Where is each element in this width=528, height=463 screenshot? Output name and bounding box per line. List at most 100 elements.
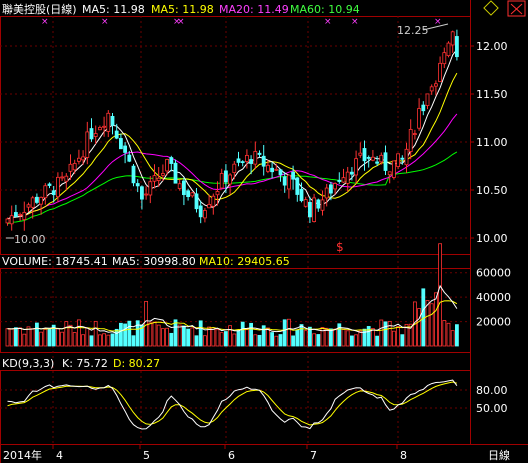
kd-d-value: D: 80.27: [113, 357, 160, 370]
candle-body: [177, 183, 182, 189]
period-label[interactable]: 日線: [488, 448, 510, 462]
candle-body: [77, 157, 81, 162]
volume-bar: [72, 332, 77, 347]
candle-body: [211, 195, 216, 207]
candle-body: [450, 31, 455, 46]
volume-bar: [244, 329, 249, 347]
time-axis: 2014年 4 5 6 7 8: [3, 444, 407, 462]
candle-body: [160, 173, 165, 176]
volume-bar: [13, 327, 18, 347]
panel-frames: [0, 0, 528, 463]
kd-k-line: [7, 379, 458, 430]
candle-body: [181, 180, 186, 196]
time-tick: 4: [56, 449, 63, 462]
candle-body: [139, 186, 144, 200]
candle-body: [417, 108, 422, 129]
candle-body: [236, 158, 241, 163]
kd-d-line: [7, 381, 458, 426]
event-markers: × × ×× × × ×: [41, 17, 442, 27]
candle-body: [219, 173, 224, 189]
stock-chart[interactable]: × × ×× × × × 聯美控股(日線) MA5: 11.98 MA5: 11.98 M…: [0, 0, 528, 463]
volume-bar: [110, 333, 115, 347]
stock-name: 聯美控股(日線): [2, 2, 77, 16]
volume-bar: [81, 334, 85, 347]
candle-body: [286, 174, 291, 190]
volume-bar: [425, 300, 430, 347]
candle-body: [320, 199, 325, 211]
volume-bar: [144, 300, 149, 347]
volume-bar: [379, 319, 384, 347]
candle-body: [429, 86, 434, 92]
volume-bar: [383, 321, 388, 347]
candle-body: [228, 174, 233, 185]
candle-body: [190, 192, 195, 197]
volume-bar: [223, 331, 228, 347]
volume-bar: [450, 330, 455, 347]
candle-body: [240, 161, 245, 164]
kd-lines: [7, 379, 458, 430]
volume-bar: [282, 319, 287, 347]
event-marker[interactable]: $: [336, 240, 344, 254]
volume-bar: [270, 332, 275, 347]
candle-body: [337, 179, 342, 182]
volume-bar: [85, 327, 90, 347]
candle-body: [232, 163, 237, 173]
kd-tick: 50.00: [476, 402, 508, 415]
price-tick: 11.00: [476, 136, 508, 149]
candle-body: [274, 168, 279, 171]
candle-body: [362, 148, 367, 162]
volume-bar: [68, 324, 73, 347]
candle-body: [324, 187, 329, 199]
candle-body: [169, 157, 174, 164]
candle-body: [383, 152, 388, 171]
candle-body: [328, 184, 333, 194]
candle-body: [127, 154, 132, 162]
price-tick: 10.50: [476, 184, 508, 197]
volume-bar: [148, 322, 153, 347]
candle-body: [81, 156, 85, 161]
volume-bar: [328, 328, 333, 347]
candle-body: [303, 199, 308, 207]
candle-body: [106, 112, 111, 132]
volume-bar: [64, 321, 69, 347]
candle-body: [43, 185, 48, 199]
close-box-icon[interactable]: [483, 0, 526, 17]
volume-bar: [177, 324, 182, 347]
ma5-value: MA5: 11.98: [82, 3, 145, 16]
volume-bar: [215, 329, 220, 347]
volume-bar: [60, 331, 64, 347]
ma20-value: MA20: 11.49: [219, 3, 289, 16]
candle-body: [307, 202, 312, 218]
candle-body: [148, 181, 153, 196]
candle-body: [333, 183, 338, 190]
volume-tick: 60000: [476, 267, 511, 280]
candle-body: [354, 158, 359, 176]
volume-bar: [169, 332, 174, 347]
candle-body: [207, 204, 212, 209]
low-price-label: 10.00: [14, 233, 46, 246]
candle-body: [366, 157, 371, 159]
candle-body: [312, 197, 317, 222]
candle-body: [299, 188, 304, 202]
volume-bar: [211, 327, 216, 347]
volume-bar: [345, 330, 350, 347]
time-tick: 6: [228, 449, 235, 462]
volume-tick: 20000: [476, 316, 511, 329]
volume-bar: [396, 326, 401, 347]
volume-bar: [186, 328, 191, 347]
volume-bar: [152, 321, 157, 347]
volume-bar: [190, 327, 195, 347]
volume-bar: [257, 334, 262, 347]
candle-body: [278, 169, 283, 176]
volume-bar: [47, 328, 52, 347]
volume-bar: [30, 328, 35, 347]
kd-k-value: K: 75.72: [62, 357, 108, 370]
candle-body: [391, 160, 396, 178]
candle-body: [68, 163, 73, 172]
panel-frame: [0, 16, 471, 255]
candle-body: [412, 133, 417, 135]
volume-bar: [181, 325, 186, 347]
volume-bar: [18, 327, 23, 347]
volume-bar: [240, 321, 245, 347]
candlesticks[interactable]: [5, 29, 459, 231]
